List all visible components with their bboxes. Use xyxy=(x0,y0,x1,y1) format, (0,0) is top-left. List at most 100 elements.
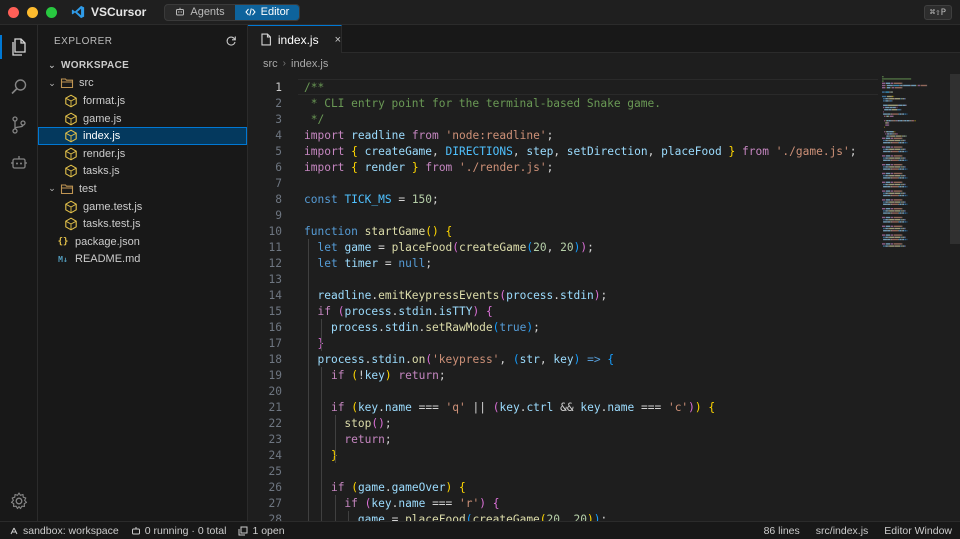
editor-mode-button[interactable]: Editor xyxy=(234,4,300,20)
minimap-token xyxy=(886,113,888,115)
close-window-button[interactable] xyxy=(8,6,19,18)
minimap-token xyxy=(894,157,901,159)
code-line[interactable]: 1 /** xyxy=(248,79,878,95)
minimap-token xyxy=(890,243,893,245)
tree-folder-src[interactable]: ⌄ src xyxy=(38,75,247,93)
agents-mode-button[interactable]: Agents xyxy=(165,5,234,20)
minimap-token xyxy=(890,221,891,223)
breadcrumb-folder[interactable]: src xyxy=(263,58,278,70)
code-line[interactable]: 28 game = placeFood(createGame(20, 20)); xyxy=(248,511,878,522)
sandbox-status[interactable]: sandbox: workspace xyxy=(9,525,119,537)
tree-file-readme-md[interactable]: M↓ README.md xyxy=(38,251,247,269)
minimap-token xyxy=(892,84,894,87)
tree-file-package-json[interactable]: {} package.json xyxy=(38,233,247,251)
minimap-token xyxy=(894,139,901,142)
code-line[interactable]: 27 if (key.name === 'r') { xyxy=(248,495,878,511)
code-line[interactable]: 24 } xyxy=(248,447,878,463)
minimap-token xyxy=(900,166,901,168)
explorer-icon[interactable] xyxy=(9,37,29,57)
code-line[interactable]: 3 */ xyxy=(248,111,878,127)
code-line[interactable]: 14 readline.emitKeypressEvents(process.s… xyxy=(248,287,878,303)
tree-file-tasks-test-js[interactable]: tasks.test.js xyxy=(38,215,247,233)
minimap-token xyxy=(906,194,908,197)
code-line[interactable]: 18 process.stdin.on('keypress', (str, ke… xyxy=(248,351,878,367)
code-line[interactable]: 15 if (process.stdin.isTTY) { xyxy=(248,303,878,319)
tree-file-format-js[interactable]: format.js xyxy=(38,92,247,110)
tree-folder-test[interactable]: ⌄ test xyxy=(38,180,247,198)
scroll-thumb[interactable] xyxy=(950,74,960,244)
code-line[interactable]: 19 if (!key) return; xyxy=(248,367,878,383)
minimap-token xyxy=(901,194,903,197)
code-line[interactable]: 11 let game = placeFood(createGame(20, 2… xyxy=(248,239,878,255)
search-icon[interactable] xyxy=(9,77,29,97)
source-control-icon[interactable] xyxy=(9,115,29,135)
minimap-token xyxy=(899,177,902,179)
code-line[interactable]: 23 return; xyxy=(248,431,878,447)
code-editor[interactable]: 1/** 2 * CLI entry point for the terminal… xyxy=(248,74,960,521)
maximize-window-button[interactable] xyxy=(46,6,57,18)
minimap-token xyxy=(882,216,886,219)
open-files-status[interactable]: 1 open xyxy=(238,525,285,537)
code-line[interactable]: 25 xyxy=(248,463,878,479)
minimap-token xyxy=(882,181,886,183)
minimize-window-button[interactable] xyxy=(27,6,38,18)
minimap-token xyxy=(886,87,891,89)
minimap-token xyxy=(890,230,892,232)
code-line[interactable]: 22 stop(); xyxy=(248,415,878,431)
tree-file-index-js[interactable]: index.js xyxy=(38,127,247,145)
code-line[interactable]: 2 * CLI entry point for the terminal-bas… xyxy=(248,95,878,111)
window-mode[interactable]: Editor Window xyxy=(884,525,952,537)
breadcrumb-file[interactable]: index.js xyxy=(291,58,328,70)
command-palette-shortcut-badge[interactable]: ⌘⇧P xyxy=(923,5,952,20)
minimap-token xyxy=(883,230,887,232)
workspace-section[interactable]: ⌄ WORKSPACE xyxy=(38,57,247,75)
sandbox-icon xyxy=(10,527,18,534)
refresh-icon[interactable] xyxy=(225,35,237,47)
code-line[interactable]: 9 xyxy=(248,207,878,223)
tree-file-tasks-js[interactable]: tasks.js xyxy=(38,163,247,181)
minimap-token xyxy=(882,137,886,139)
minimap-token xyxy=(882,84,886,87)
minimap-token xyxy=(900,148,902,150)
minimap-token xyxy=(905,203,907,205)
code-line[interactable]: 12 let timer = null; xyxy=(248,255,878,271)
minimap-token xyxy=(886,150,888,153)
code-line[interactable]: 10 function startGame() { xyxy=(248,223,878,239)
minimap-token xyxy=(889,91,891,93)
close-tab-icon[interactable]: × xyxy=(335,34,341,46)
agent-icon[interactable] xyxy=(9,153,29,173)
code-line[interactable]: 20 xyxy=(248,383,878,399)
settings-icon[interactable] xyxy=(9,491,29,511)
minimap-token xyxy=(884,120,886,122)
minimap-token xyxy=(891,150,893,153)
minimap[interactable] xyxy=(878,74,950,521)
tab-index-js[interactable]: index.js × xyxy=(248,25,342,53)
minimap-token xyxy=(901,201,903,203)
running-status[interactable]: 0 running · 0 total xyxy=(131,525,226,537)
code-line[interactable]: 6 import { render } from './render.js'; xyxy=(248,159,878,175)
minimap-token xyxy=(900,236,901,238)
minimap-token xyxy=(904,203,905,205)
code-line[interactable]: 13 xyxy=(248,271,878,287)
minimap-token xyxy=(905,159,907,161)
file-path[interactable]: src/index.js xyxy=(816,525,869,537)
tree-file-render-js[interactable]: render.js xyxy=(38,145,247,163)
code-line[interactable]: 8 const TICK_MS = 150; xyxy=(248,191,878,207)
tree-file-game-test-js[interactable]: game.test.js xyxy=(38,198,247,216)
tree-file-game-js[interactable]: game.js xyxy=(38,110,247,128)
code-line[interactable]: 16 process.stdin.setRawMode(true); xyxy=(248,319,878,335)
code-line[interactable]: 4 import readline from 'node:readline'; xyxy=(248,127,878,143)
minimap-token xyxy=(884,115,886,117)
minimap-token xyxy=(906,113,908,115)
minimap-token xyxy=(891,159,893,161)
minimap-token xyxy=(891,109,892,111)
code-line[interactable]: 17 } xyxy=(248,335,878,351)
code-line[interactable]: 26 if (game.gameOver) { xyxy=(248,479,878,495)
minimap-token xyxy=(901,221,903,223)
minimap-token xyxy=(905,175,906,177)
vertical-scrollbar[interactable] xyxy=(950,74,960,521)
code-line[interactable]: 5 import { createGame, DIRECTIONS, step, … xyxy=(248,143,878,159)
code-line[interactable]: 21 if (key.name === 'q' || (key.ctrl && … xyxy=(248,399,878,415)
active-indicator xyxy=(0,35,2,59)
code-line[interactable]: 7 xyxy=(248,175,878,191)
